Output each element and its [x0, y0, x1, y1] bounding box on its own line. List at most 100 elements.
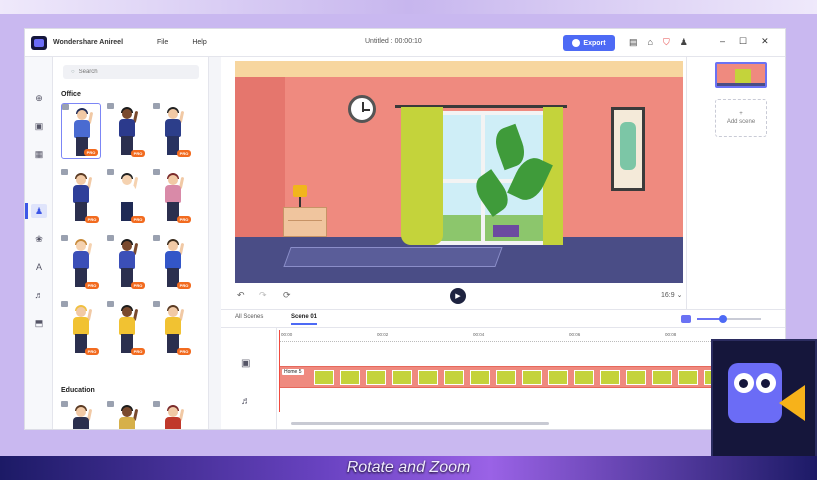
character-item[interactable]: PRO [107, 401, 147, 429]
share-icon[interactable]: ⌂ [648, 37, 653, 48]
scene-thumbnail[interactable] [715, 62, 767, 88]
pro-badge: PRO [131, 282, 145, 289]
character-torso [119, 251, 135, 269]
character-item[interactable]: PRO [153, 301, 193, 357]
character-item[interactable]: PRO [107, 103, 147, 159]
character-torso [119, 317, 135, 335]
timeline-ruler[interactable]: 00:00 00:02 00:04 00:06 00:08 [279, 332, 785, 342]
close-icon[interactable]: ✕ [761, 36, 769, 47]
aspect-ratio-select[interactable]: 16:9 ⌄ [661, 291, 682, 299]
save-icon[interactable]: ▤ [629, 37, 638, 48]
ruler-label: 00:08 [665, 332, 677, 337]
titlebar-icons: ▤ ⌂ ⛉ ♟ [629, 37, 688, 48]
video-track-icon: ▣ [241, 358, 251, 369]
character-item[interactable]: PRO [107, 169, 147, 225]
play-button[interactable]: ▶ [450, 288, 466, 304]
ruler-label: 00:04 [473, 332, 485, 337]
prop-icon[interactable]: ❀ [31, 232, 47, 246]
export-button[interactable]: Export [563, 35, 615, 51]
clip-frame [574, 370, 594, 385]
zoom-fit-icon[interactable] [681, 315, 691, 323]
character-item[interactable]: PRO [153, 169, 193, 225]
character-type-icon [61, 235, 68, 241]
character-head [122, 407, 132, 417]
character-type-icon [107, 103, 114, 109]
top-border [0, 0, 817, 14]
lamp [293, 185, 307, 197]
cart-icon[interactable]: ⛉ [663, 37, 670, 48]
character-item[interactable]: PRO [107, 301, 147, 357]
character-torso [119, 119, 135, 137]
account-icon[interactable]: ♟ [680, 37, 688, 48]
home-icon[interactable]: ⊕ [31, 91, 47, 105]
character-item[interactable]: PRO [61, 103, 101, 159]
clip-frame [366, 370, 386, 385]
character-item[interactable]: PRO [153, 235, 193, 291]
aspect-ratio-value: 16:9 [661, 292, 675, 299]
character-type-icon [153, 103, 160, 109]
playhead[interactable] [279, 330, 280, 412]
menu-bar: File Help [157, 39, 207, 46]
left-curtain [401, 107, 443, 245]
music-track-icon: ♬ [241, 396, 251, 407]
clip-frame [600, 370, 620, 385]
refresh-icon[interactable]: ⟳ [283, 290, 291, 301]
character-type-icon [153, 169, 160, 175]
music-icon[interactable]: ♬ [31, 288, 47, 302]
media-icon[interactable]: ▣ [31, 119, 47, 133]
character-torso [73, 185, 89, 203]
tab-all-scenes[interactable]: All Scenes [235, 314, 263, 320]
play-icon: ▶ [455, 293, 461, 300]
character-torso [73, 417, 89, 429]
pro-badge: PRO [84, 149, 98, 156]
menu-file[interactable]: File [157, 39, 168, 46]
logo-eye [756, 373, 776, 393]
ceiling [235, 61, 683, 77]
character-type-icon [61, 169, 68, 175]
redo-icon[interactable]: ↷ [259, 290, 267, 301]
character-type-icon [107, 235, 114, 241]
section-title-office: Office [61, 91, 81, 98]
document-title: Untitled : 00:00:10 [365, 38, 422, 45]
pro-badge: PRO [85, 216, 99, 223]
maximize-icon[interactable]: ☐ [739, 36, 747, 47]
timeline-tabs: All Scenes Scene 01 [221, 310, 785, 328]
canvas-area [221, 57, 687, 309]
scene-stage[interactable] [235, 61, 683, 283]
character-head [122, 175, 132, 185]
character-type-icon [62, 104, 69, 110]
character-type-icon [107, 401, 114, 407]
undo-icon[interactable]: ↶ [237, 290, 245, 301]
timeline-scrollbar[interactable] [291, 422, 549, 425]
export-icon [572, 39, 581, 47]
character-torso [165, 251, 181, 269]
character-head [76, 307, 86, 317]
zoom-slider[interactable] [697, 315, 761, 323]
scene-clip[interactable]: Home 5 [279, 366, 719, 388]
character-head [76, 241, 86, 251]
character-item[interactable]: PRO [61, 301, 101, 357]
zoom-slider-handle[interactable] [718, 315, 727, 323]
app-window: Wondershare Anireel File Help Untitled :… [24, 28, 786, 430]
tab-scene-01[interactable]: Scene 01 [291, 314, 318, 325]
minimize-icon[interactable]: – [720, 36, 725, 47]
character-item[interactable]: PRO [153, 401, 193, 429]
clip-frame [522, 370, 542, 385]
character-item[interactable]: PRO [107, 235, 147, 291]
pro-badge: PRO [131, 348, 145, 355]
character-head [76, 175, 86, 185]
search-input[interactable] [78, 69, 179, 75]
menu-help[interactable]: Help [192, 39, 206, 46]
pro-badge: PRO [177, 348, 191, 355]
search-box[interactable]: ○ [63, 65, 199, 79]
character-item[interactable]: PRO [61, 169, 101, 225]
add-scene-button[interactable]: + Add scene [715, 99, 767, 137]
character-item[interactable]: PRO [153, 103, 193, 159]
scenes-column: + Add scene [687, 57, 785, 309]
text-icon[interactable]: A [31, 260, 47, 274]
character-icon[interactable]: ♟ [31, 204, 47, 218]
import-icon[interactable]: ⬒ [31, 316, 47, 330]
scene-icon[interactable]: ▦ [31, 147, 47, 161]
character-item[interactable]: PRO [61, 401, 101, 429]
character-item[interactable]: PRO [61, 235, 101, 291]
